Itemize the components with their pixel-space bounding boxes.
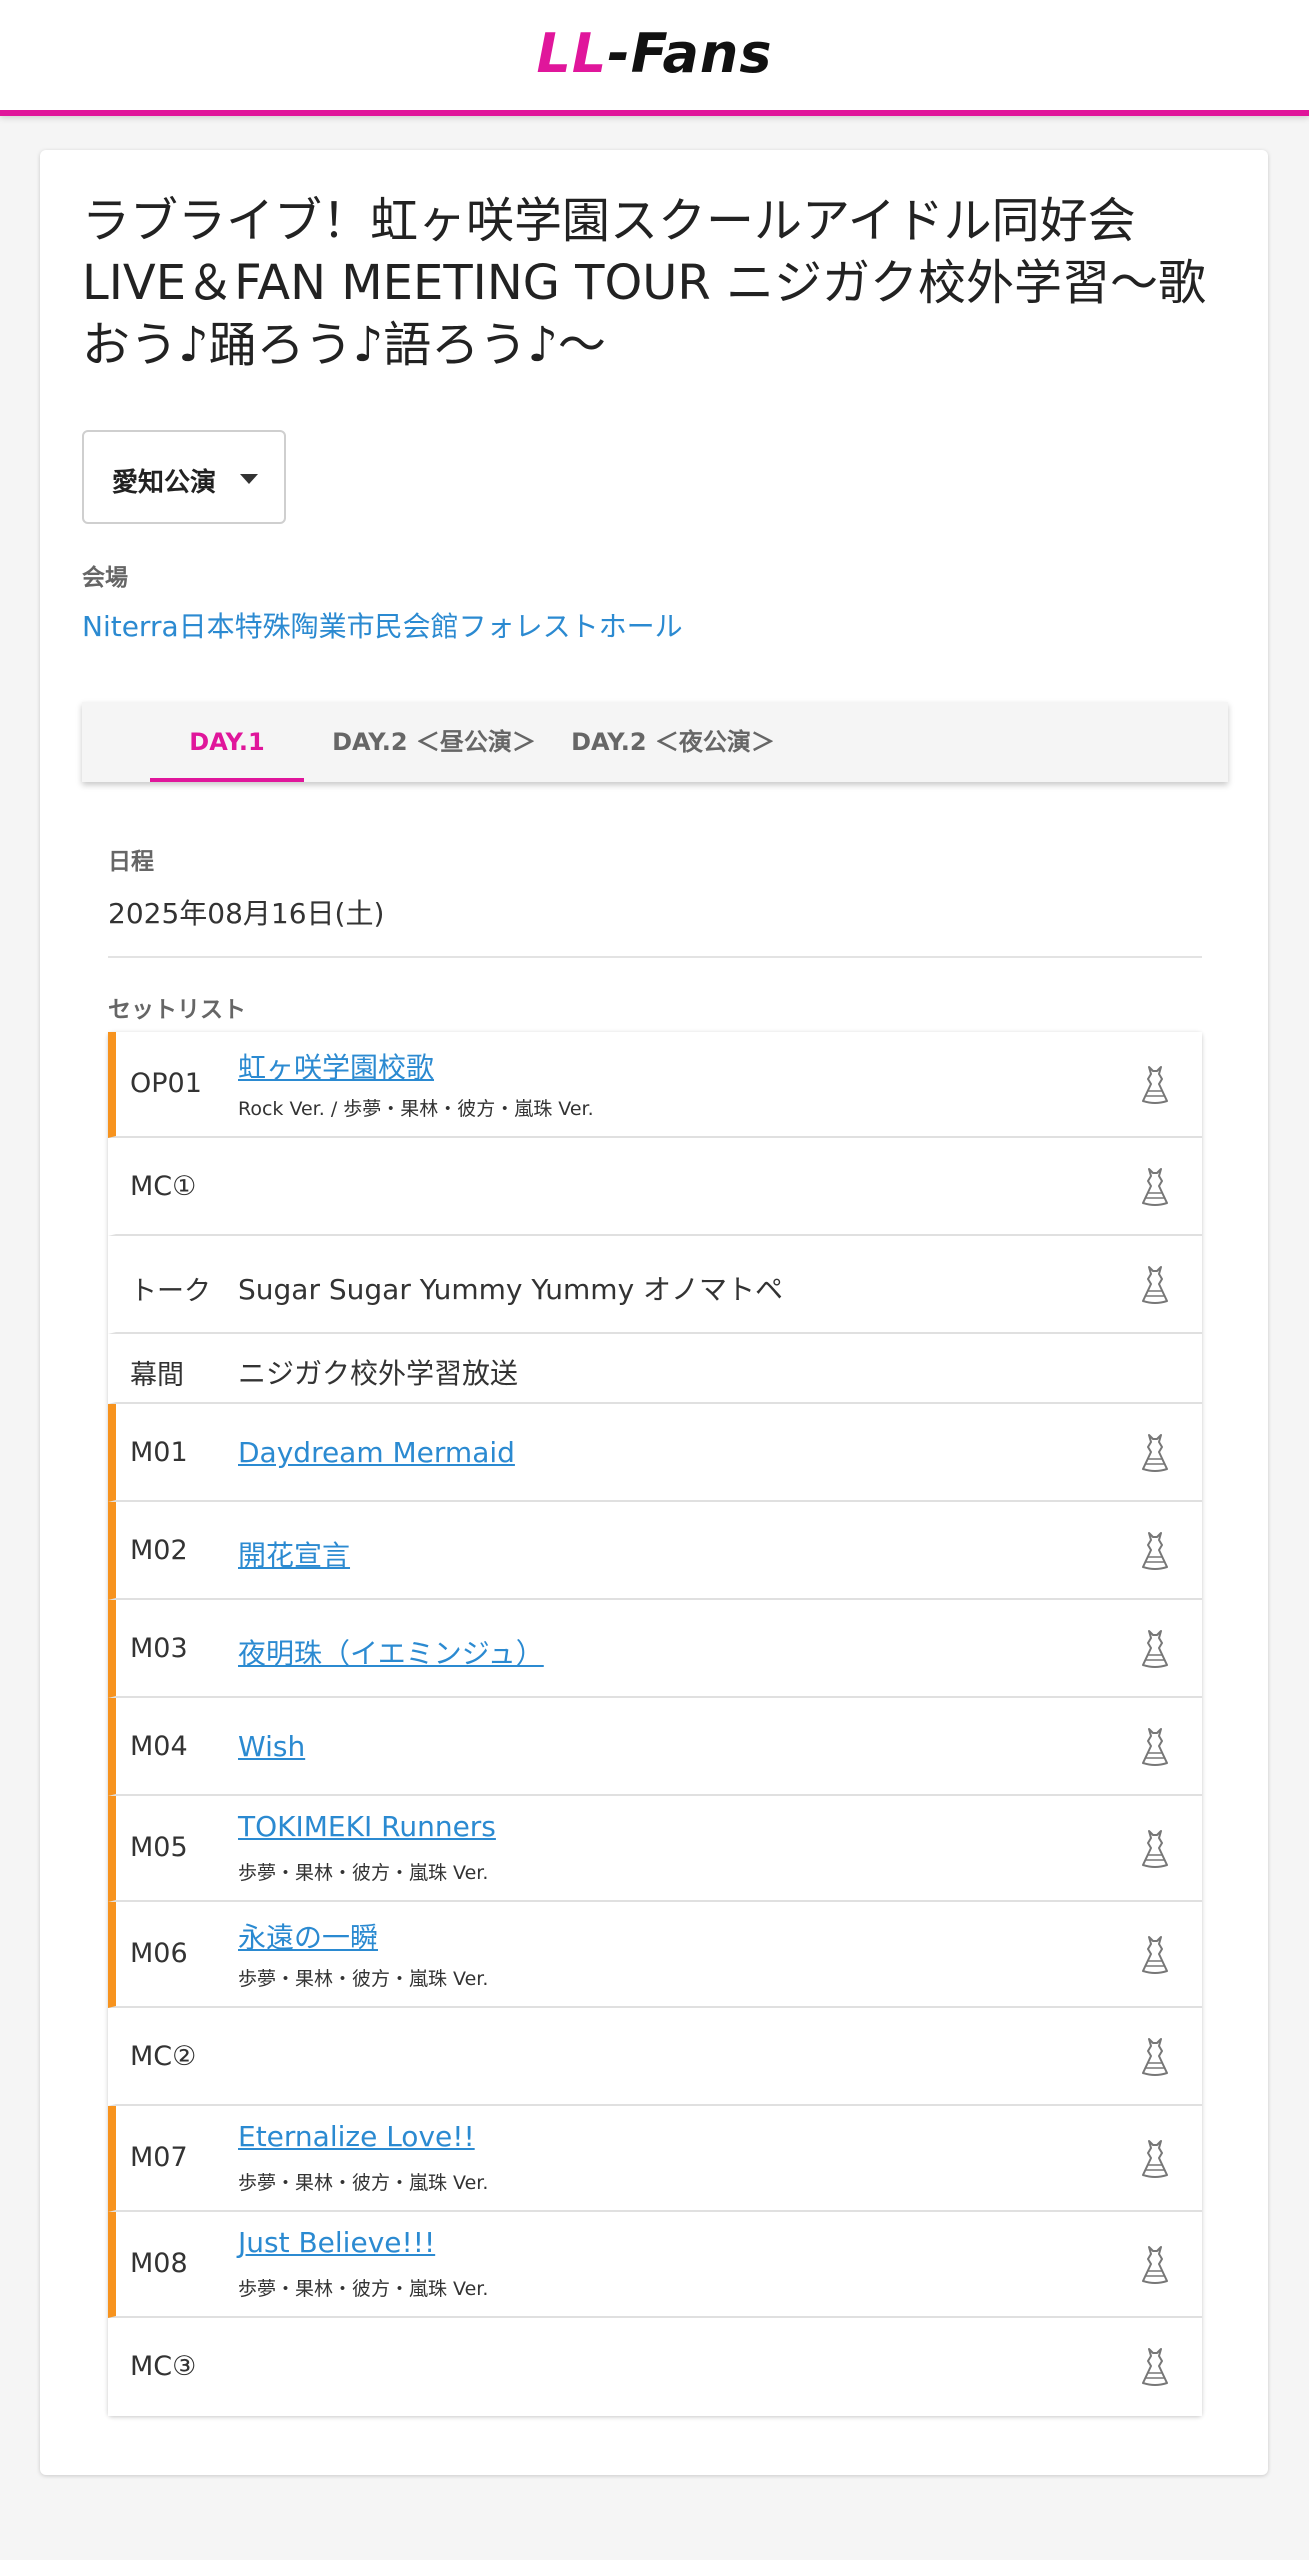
song-link[interactable]: Just Believe!!! — [238, 2226, 435, 2259]
dress-icon[interactable] — [1138, 1167, 1172, 1207]
setlist-row: M05 TOKIMEKI Runners 歩夢・果林・彼方・嵐珠 Ver. — [108, 1796, 1202, 1902]
performance-select[interactable]: 愛知公演 — [82, 430, 286, 524]
dress-icon[interactable] — [1138, 2037, 1172, 2077]
dress-icon[interactable] — [1138, 1065, 1172, 1105]
song-link[interactable]: Eternalize Love!! — [238, 2120, 475, 2153]
dress-icon[interactable] — [1138, 2347, 1172, 2387]
setlist-number: OP01 — [130, 1068, 202, 1099]
setlist-number: M03 — [130, 1633, 188, 1664]
setlist-number: M05 — [130, 1832, 188, 1863]
setlist-number: トーク — [130, 1276, 211, 1307]
setlist-number: 幕間 — [130, 1360, 184, 1391]
event-card: ラブライブ！虹ヶ咲学園スクールアイドル同好会 LIVE＆FAN MEETING … — [40, 150, 1268, 2475]
interlude-title: ニジガク校外学習放送 — [238, 1357, 519, 1390]
divider — [108, 956, 1202, 958]
setlist-row: MC② — [108, 2008, 1202, 2106]
venue-label: 会場 — [82, 565, 128, 591]
setlist-row: M08 Just Believe!!! 歩夢・果林・彼方・嵐珠 Ver. — [108, 2212, 1202, 2318]
schedule-label: 日程 — [108, 849, 154, 875]
performance-select-value: 愛知公演 — [112, 468, 217, 498]
dress-icon[interactable] — [1138, 2139, 1172, 2179]
caret-down-icon — [240, 474, 258, 484]
setlist-row: MC① — [108, 1138, 1202, 1236]
setlist-number: MC① — [130, 1171, 197, 1202]
setlist-row: OP01 虹ヶ咲学園校歌 Rock Ver. / 歩夢・果林・彼方・嵐珠 Ver… — [108, 1032, 1202, 1138]
setlist-number: M08 — [130, 2248, 188, 2279]
setlist-number: MC② — [130, 2041, 197, 2072]
setlist-row: M07 Eternalize Love!! 歩夢・果林・彼方・嵐珠 Ver. — [108, 2106, 1202, 2212]
day-panel: DAY.1 DAY.2 ＜昼公演＞ DAY.2 ＜夜公演＞ 日程 2025年08… — [82, 702, 1228, 2432]
setlist: OP01 虹ヶ咲学園校歌 Rock Ver. / 歩夢・果林・彼方・嵐珠 Ver… — [108, 1032, 1202, 2416]
dress-icon[interactable] — [1138, 1433, 1172, 1473]
setlist-number: MC③ — [130, 2351, 197, 2382]
venue-link[interactable]: Niterra日本特殊陶業市民会館フォレストホール — [82, 605, 683, 645]
page-title: ラブライブ！虹ヶ咲学園スクールアイドル同好会 LIVE＆FAN MEETING … — [82, 193, 1207, 373]
day-tabs: DAY.1 DAY.2 ＜昼公演＞ DAY.2 ＜夜公演＞ — [82, 702, 1228, 782]
setlist-number: M07 — [130, 2142, 188, 2173]
dress-icon[interactable] — [1138, 2245, 1172, 2285]
song-version: 歩夢・果林・彼方・嵐珠 Ver. — [238, 2278, 489, 2300]
tab-day2-evening[interactable]: DAY.2 ＜夜公演＞ — [562, 702, 784, 782]
setlist-label: セットリスト — [108, 997, 246, 1023]
logo-ll: LL — [536, 22, 608, 85]
song-link[interactable]: 虹ヶ咲学園校歌 — [238, 1046, 434, 1086]
song-link[interactable]: Daydream Mermaid — [238, 1436, 515, 1469]
dress-icon[interactable] — [1138, 1829, 1172, 1869]
tab-day2-matinee[interactable]: DAY.2 ＜昼公演＞ — [324, 702, 544, 782]
setlist-row: トーク Sugar Sugar Yummy Yummy オノマトペ — [108, 1236, 1202, 1334]
dress-icon[interactable] — [1138, 1629, 1172, 1669]
setlist-number: M02 — [130, 1535, 188, 1566]
setlist-row: M06 永遠の一瞬 歩夢・果林・彼方・嵐珠 Ver. — [108, 1902, 1202, 2008]
dress-icon[interactable] — [1138, 1935, 1172, 1975]
song-link[interactable]: Wish — [238, 1730, 305, 1763]
dress-icon[interactable] — [1138, 1727, 1172, 1767]
song-version: 歩夢・果林・彼方・嵐珠 Ver. — [238, 1968, 489, 1990]
song-version: 歩夢・果林・彼方・嵐珠 Ver. — [238, 2172, 489, 2194]
setlist-row: M01 Daydream Mermaid — [108, 1404, 1202, 1502]
song-link[interactable]: 開花宣言 — [238, 1534, 350, 1574]
song-version: Rock Ver. / 歩夢・果林・彼方・嵐珠 Ver. — [238, 1098, 594, 1120]
setlist-row: M04 Wish — [108, 1698, 1202, 1796]
schedule-date: 2025年08月16日(土) — [108, 897, 385, 930]
setlist-number: M01 — [130, 1437, 188, 1468]
dress-icon[interactable] — [1138, 1531, 1172, 1571]
dress-icon[interactable] — [1138, 1265, 1172, 1305]
setlist-number: M06 — [130, 1938, 188, 1969]
talk-title: Sugar Sugar Yummy Yummy オノマトペ — [238, 1273, 784, 1306]
song-link[interactable]: 永遠の一瞬 — [238, 1916, 378, 1956]
top-bar: LL-Fans — [0, 0, 1309, 116]
song-link[interactable]: TOKIMEKI Runners — [238, 1810, 496, 1843]
site-logo[interactable]: LL-Fans — [0, 22, 1309, 86]
logo-fans: -Fans — [607, 22, 773, 85]
song-version: 歩夢・果林・彼方・嵐珠 Ver. — [238, 1862, 489, 1884]
setlist-row: M03 夜明珠（イエミンジュ） — [108, 1600, 1202, 1698]
setlist-number: M04 — [130, 1731, 188, 1762]
tab-day1[interactable]: DAY.1 — [150, 702, 304, 782]
setlist-row: M02 開花宣言 — [108, 1502, 1202, 1600]
song-link[interactable]: 夜明珠（イエミンジュ） — [238, 1632, 544, 1672]
setlist-row: 幕間 ニジガク校外学習放送 — [108, 1334, 1202, 1404]
setlist-row: MC③ — [108, 2318, 1202, 2416]
